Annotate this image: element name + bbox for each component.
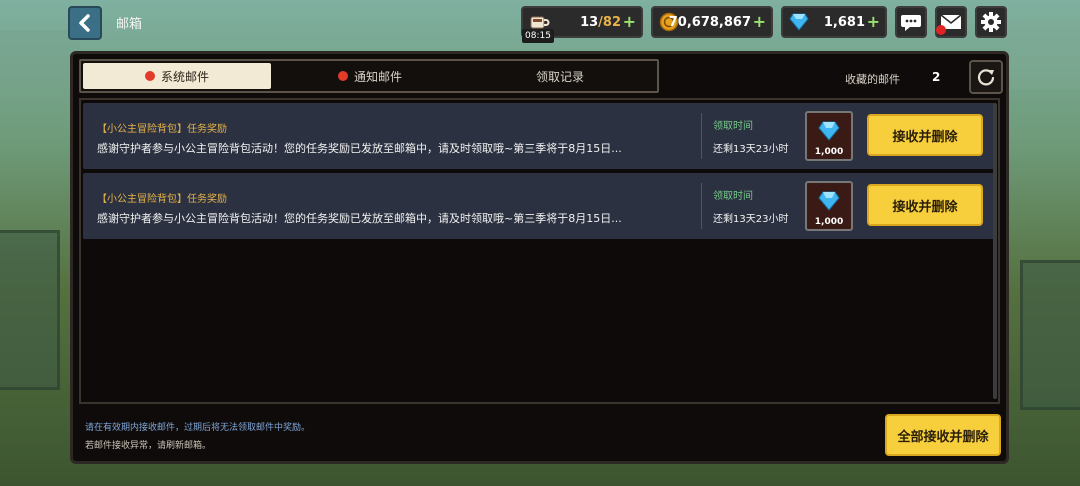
stamina-timer: 08:15: [522, 29, 554, 43]
mail-item[interactable]: 【小公主冒险背包】任务奖励 感谢守护者参与小公主冒险背包活动！您的任务奖励已发放…: [83, 173, 995, 239]
mailbox-panel: 系统邮件 通知邮件 领取记录 收藏的邮件 2 【小公主冒险背包】任务奖励 感谢守…: [70, 51, 1009, 464]
mail-body: 感谢守护者参与小公主冒险背包活动！您的任务奖励已发放至邮箱中，请及时领取哦~第三…: [97, 212, 622, 225]
gem-value: 1,681: [823, 15, 865, 30]
claim-time-label: 领取时间: [713, 121, 753, 132]
favorites-count: 2: [932, 70, 941, 84]
tab-label: 通知邮件: [353, 69, 402, 84]
reward-item[interactable]: 1,000: [805, 111, 853, 161]
tab-system-mail[interactable]: 系统邮件: [83, 63, 271, 89]
refresh-notice: 若邮件接收异常，请刷新邮箱。: [85, 441, 212, 451]
gem-counter[interactable]: 1,681 +: [781, 6, 887, 38]
add-coin-icon[interactable]: +: [753, 13, 766, 31]
unread-dot: [144, 71, 155, 81]
mail-body: 感谢守护者参与小公主冒险背包活动！您的任务奖励已发放至邮箱中，请及时领取哦~第三…: [97, 142, 622, 155]
background-stone-ruin: [1020, 260, 1080, 410]
mail-title: 【小公主冒险背包】任务奖励: [97, 124, 227, 135]
stamina-current: 13: [580, 15, 599, 30]
tab-label: 领取记录: [535, 69, 584, 84]
mail-item[interactable]: 【小公主冒险背包】任务奖励 感谢守护者参与小公主冒险背包活动！您的任务奖励已发放…: [83, 103, 995, 169]
refresh-button[interactable]: [969, 60, 1003, 94]
coin-value: 70,678,867: [668, 15, 751, 30]
chat-button[interactable]: [895, 6, 927, 38]
tab-claim-history[interactable]: 领取记录: [465, 63, 655, 89]
reward-quantity: 1,000: [814, 147, 844, 157]
claim-time-label: 领取时间: [713, 191, 753, 202]
settings-button[interactable]: [975, 6, 1007, 38]
scrollbar[interactable]: [993, 103, 997, 399]
background-foliage: [1010, 20, 1080, 90]
add-gem-icon[interactable]: +: [867, 13, 880, 31]
diamond-icon: [818, 191, 840, 211]
diamond-icon: [787, 11, 811, 33]
accept-delete-button[interactable]: 接收并删除: [867, 184, 983, 226]
expiry-notice: 请在有效期内接收邮件，过期后将无法领取邮件中奖励。: [85, 423, 311, 433]
divider: [701, 113, 702, 159]
page-title: 邮箱: [116, 17, 143, 32]
tab-notification-mail[interactable]: 通知邮件: [275, 63, 465, 89]
reward-quantity: 1,000: [814, 217, 844, 227]
remaining-time: 还剩13天23小时: [713, 214, 789, 225]
remaining-time: 还剩13天23小时: [713, 144, 789, 155]
back-button[interactable]: [68, 6, 102, 40]
diamond-icon: [818, 121, 840, 141]
gear-icon: [981, 12, 1001, 32]
divider: [701, 183, 702, 229]
add-stamina-icon[interactable]: +: [623, 13, 636, 31]
tab-label: 系统邮件: [160, 69, 209, 84]
unread-dot: [337, 71, 348, 81]
refresh-icon: [977, 69, 995, 86]
accept-delete-button[interactable]: 接收并删除: [867, 114, 983, 156]
mail-title: 【小公主冒险背包】任务奖励: [97, 194, 227, 205]
coin-counter[interactable]: 70,678,867 +: [651, 6, 773, 38]
stamina-max: /82: [598, 15, 621, 30]
chevron-left-icon: [79, 14, 90, 32]
reward-item[interactable]: 1,000: [805, 181, 853, 231]
favorites-label: 收藏的邮件: [845, 73, 900, 86]
background-stone-ruin: [0, 230, 60, 390]
mail-notification-dot: [936, 25, 946, 35]
accept-all-delete-button[interactable]: 全部接收并删除: [885, 414, 1001, 456]
background-foliage: [0, 30, 80, 90]
mail-tabs: 系统邮件 通知邮件 领取记录: [79, 59, 659, 93]
mail-list[interactable]: 【小公主冒险背包】任务奖励 感谢守护者参与小公主冒险背包活动！您的任务奖励已发放…: [79, 98, 1000, 404]
chat-bubble-icon: [901, 15, 921, 31]
